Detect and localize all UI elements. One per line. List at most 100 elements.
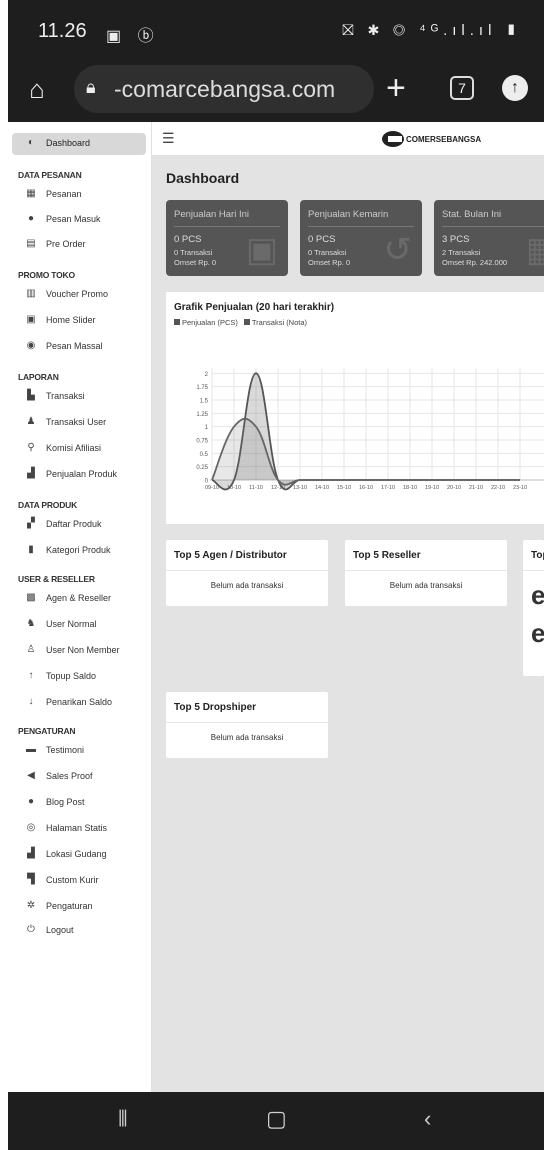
browser-toolbar: ⌂ 🔒︎ -comarcebangsa.com + 7 ↑	[8, 58, 544, 122]
sidebar-item-blog-post[interactable]: ● Blog Post	[12, 792, 146, 814]
y-tick-label: 0.5	[200, 452, 209, 458]
orders-icon: ▦	[26, 188, 36, 199]
card-title: Top	[531, 550, 544, 561]
new-tab-icon[interactable]: +	[386, 68, 406, 108]
recent-apps-icon[interactable]: ⦀	[118, 1106, 128, 1132]
power-icon: ⏻	[27, 924, 35, 935]
empty-message: Belum ada transaksi	[210, 733, 284, 742]
warehouse-icon: ▟	[27, 848, 35, 859]
avatar-initial: e	[531, 580, 544, 610]
stat-card-today: ▣ Penjualan Hari Ini 0 PCS 0 Transaksi O…	[166, 200, 288, 276]
brand-name: COMERSEBANGSA	[406, 134, 482, 144]
legend-item-pcs[interactable]: Penjualan (PCS)	[174, 318, 238, 327]
x-tick-label: 17-10	[381, 485, 395, 491]
stat-card-yesterday: ↺ Penjualan Kemarin 0 PCS 0 Transaksi Om…	[300, 200, 422, 276]
card-title: Top 5 Agen / Distributor	[174, 550, 287, 561]
brand-logo[interactable]: COMERSEBANGSA	[382, 131, 481, 147]
calendar-icon: ▤	[26, 238, 36, 249]
gears-icon: ✲	[26, 900, 36, 911]
section-data-pesanan: DATA PESANAN	[18, 170, 82, 180]
sidebar-item-home-slider[interactable]: ▣ Home Slider	[12, 310, 146, 332]
x-tick-label: 15-10	[337, 485, 351, 491]
sidebar-item-pesan-masuk[interactable]: ● Pesan Masuk	[12, 209, 146, 231]
store-icon: ▩	[26, 592, 36, 603]
users-icon: ♞	[26, 618, 36, 629]
app-area: ◐ Dashboard DATA PESANAN ▦ Pesanan ● Pesan …	[8, 122, 544, 1092]
sidebar-item-topup-saldo[interactable]: ↑ Topup Saldo	[12, 666, 146, 688]
sidebar-item-halaman-statis[interactable]: ◎ Halaman Statis	[12, 818, 146, 840]
sidebar-item-pre-order[interactable]: ▤ Pre Order	[12, 234, 146, 256]
clipboard-icon: ▮	[28, 544, 34, 555]
x-tick-label: 20-10	[447, 485, 461, 491]
x-tick-label: 16-10	[359, 485, 373, 491]
user-plus-icon: ♙	[26, 644, 36, 655]
y-tick-label: 0	[205, 479, 209, 485]
sidebar-item-daftar-produk[interactable]: ▞ Daftar Produk	[12, 514, 146, 536]
cubes-icon: ▞	[27, 518, 35, 529]
sidebar-item-kategori-produk[interactable]: ▮ Kategori Produk	[12, 540, 146, 562]
legend-item-nota[interactable]: Transaksi (Nota)	[243, 318, 307, 327]
address-bar[interactable]: 🔒︎ -comarcebangsa.com	[74, 65, 374, 113]
top-reseller-card: Top 5 Reseller Belum ada transaksi	[345, 540, 507, 606]
android-nav-bar: ⦀ ▢ ‹	[8, 1092, 544, 1150]
calendar-icon: ▦	[525, 231, 544, 269]
sidebar-item-dashboard[interactable]: ◐ Dashboard	[12, 133, 146, 155]
sidebar-item-lokasi-gudang[interactable]: ▟ Lokasi Gudang	[12, 844, 146, 866]
top-third-card: Top e e	[523, 540, 544, 676]
empty-message: Belum ada transaksi	[210, 581, 284, 590]
sidebar-item-user-normal[interactable]: ♞ User Normal	[12, 614, 146, 636]
sidebar-item-penarikan-saldo[interactable]: ↓ Penarikan Saldo	[12, 692, 146, 714]
status-time: 11.26	[38, 20, 87, 42]
empty-message: Belum ada transaksi	[389, 581, 463, 590]
back-icon[interactable]: ‹	[424, 1106, 431, 1132]
app-topbar: ☰ COMERSEBANGSA	[152, 122, 544, 156]
stat-card-month: ▦ Stat. Bulan Ini 3 PCS 2 Transaksi Omse…	[434, 200, 544, 276]
lock-icon: 🔒︎	[86, 77, 96, 97]
section-laporan: LAPORAN	[18, 372, 59, 382]
sidebar-item-sales-proof[interactable]: ◀ Sales Proof	[12, 766, 146, 788]
page-title: Dashboard	[166, 170, 240, 186]
sidebar-item-logout[interactable]: ⏻ Logout	[12, 920, 146, 942]
x-tick-label: 22-10	[491, 485, 505, 491]
home-button-icon[interactable]: ▢	[266, 1106, 287, 1132]
avatar-initial: e	[531, 618, 544, 648]
sidebar-item-custom-kurir[interactable]: ▜ Custom Kurir	[12, 870, 146, 892]
x-tick-label: 23-10	[513, 485, 527, 491]
arrow-down-icon: ↓	[28, 696, 34, 707]
network-icon: ⚲	[27, 442, 35, 453]
sidebar-item-agen-reseller[interactable]: ▩ Agen & Reseller	[12, 588, 146, 610]
tab-switcher-button[interactable]: 7	[450, 76, 474, 100]
chart-title: Grafik Penjualan (20 hari terakhir)	[174, 302, 335, 313]
history-icon: ↺	[383, 231, 413, 269]
browser-menu-icon[interactable]: ↑	[502, 75, 528, 101]
y-tick-label: 1	[205, 425, 209, 431]
sidebar-item-transaksi-user[interactable]: ♟ Transaksi User	[12, 412, 146, 434]
home-icon[interactable]: ⌂	[22, 74, 52, 104]
products-chart-icon: ▟	[27, 468, 35, 479]
voucher-icon: ▥	[26, 288, 36, 299]
top-agen-card: Top 5 Agen / Distributor Belum ada trans…	[166, 540, 328, 606]
y-tick-label: 1.5	[200, 399, 209, 405]
sidebar-item-transaksi[interactable]: ▙ Transaksi	[12, 386, 146, 408]
megaphone-icon: ◀	[27, 770, 35, 781]
url-text[interactable]: -comarcebangsa.com	[114, 76, 335, 103]
sidebar-item-user-non-member[interactable]: ♙ User Non Member	[12, 640, 146, 662]
sales-chart-card: 0 0.25 0.5 0.75 1 1.25 1.5 1.75 2 09-10 10-10 11-10…	[166, 292, 544, 524]
hamburger-icon[interactable]: ☰	[162, 130, 175, 147]
sidebar: ◐ Dashboard DATA PESANAN ▦ Pesanan ● Pesan …	[8, 122, 152, 1092]
sidebar-item-penjualan-produk[interactable]: ▟ Penjualan Produk	[12, 464, 146, 486]
sidebar-item-voucher-promo[interactable]: ▥ Voucher Promo	[12, 284, 146, 306]
top-dropshiper-card: Top 5 Dropshiper Belum ada transaksi	[166, 692, 328, 758]
x-tick-label: 19-10	[425, 485, 439, 491]
y-tick-label: 1.25	[196, 412, 208, 418]
comment-icon: ▬	[26, 744, 36, 755]
broadcast-icon: ◉	[26, 340, 36, 351]
chart-icon: ▙	[27, 390, 35, 401]
sidebar-item-pengaturan[interactable]: ✲ Pengaturan	[12, 896, 146, 918]
sidebar-item-komisi-afiliasi[interactable]: ⚲ Komisi Afiliasi	[12, 438, 146, 460]
sidebar-item-pesan-massal[interactable]: ◉ Pesan Massal	[12, 336, 146, 358]
sidebar-item-pesanan[interactable]: ▦ Pesanan	[12, 184, 146, 206]
logo-mark-icon	[382, 131, 404, 147]
sidebar-item-testimoni[interactable]: ▬ Testimoni	[12, 740, 146, 762]
chart-legend: Penjualan (PCS) Transaksi (Nota)	[174, 318, 307, 327]
